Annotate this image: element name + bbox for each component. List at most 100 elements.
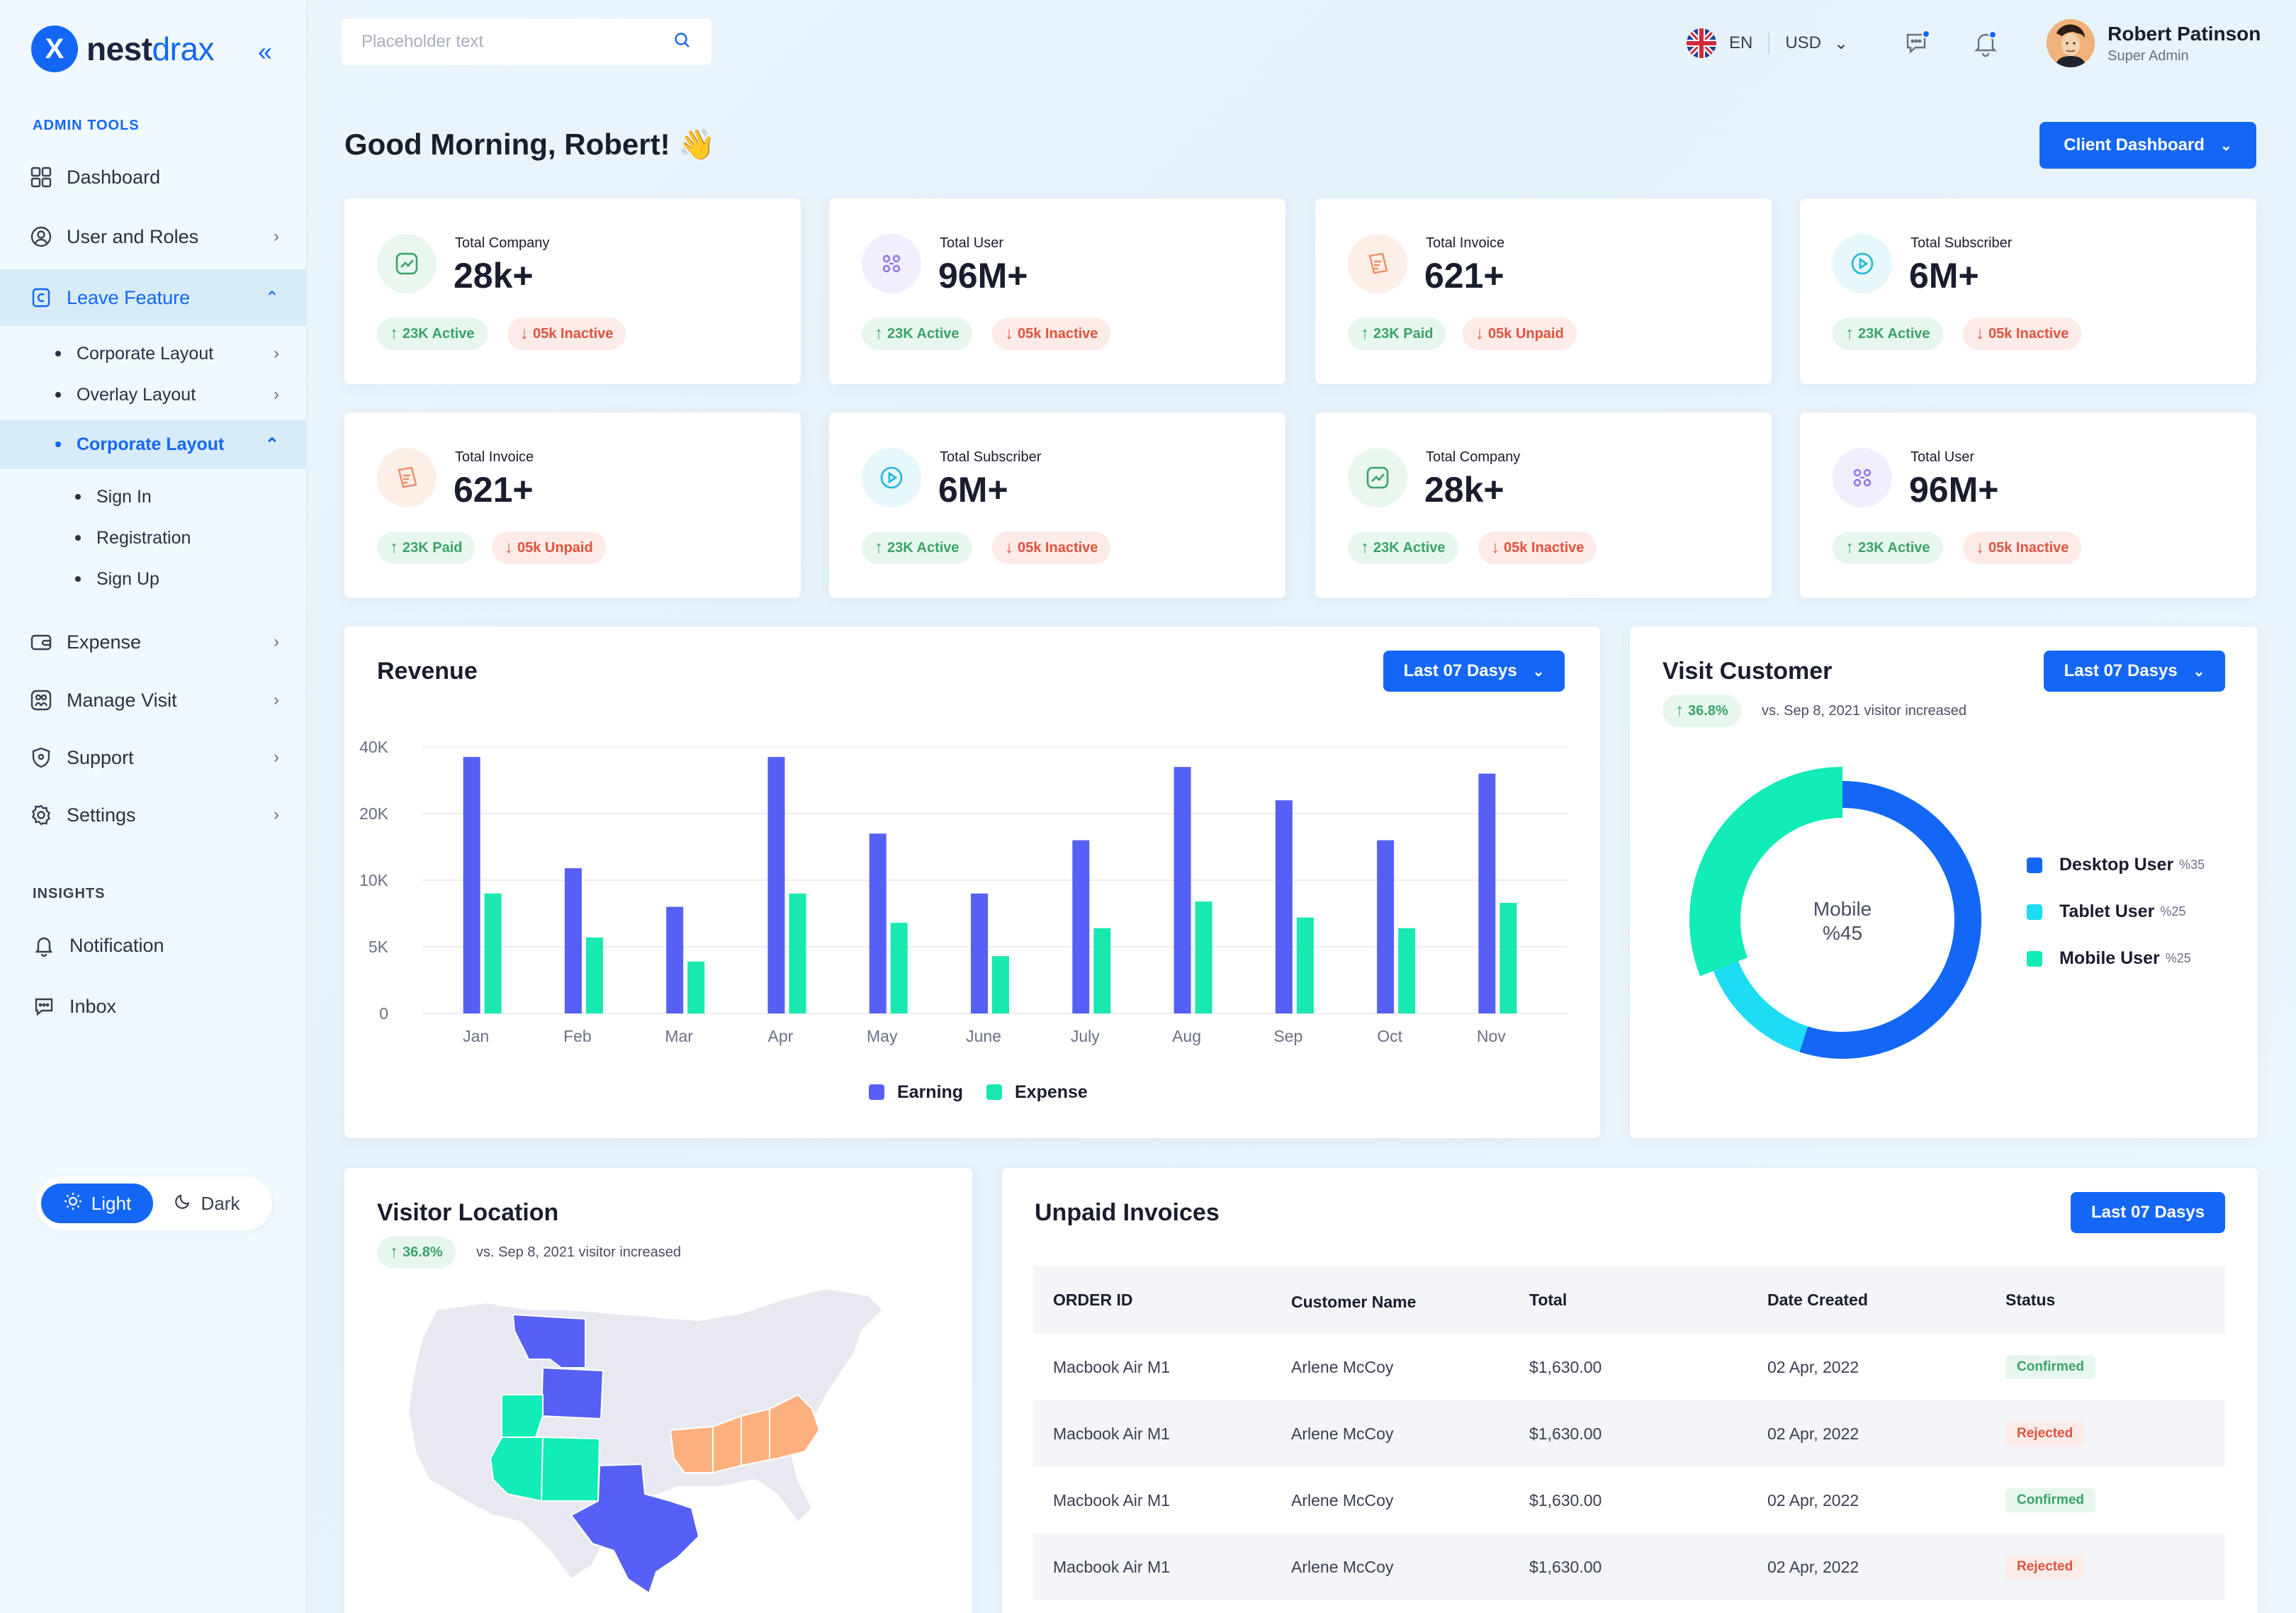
sidebar-item-dashboard[interactable]: Dashboard	[0, 149, 306, 206]
sidebar-item-expense[interactable]: Expense ›	[0, 614, 306, 670]
header-status[interactable]: Status	[2005, 1291, 2055, 1310]
revenue-chart: 0 5K 10K 20K 40K Jan Feb Mar Apr May June July Aug Se…	[359, 738, 1568, 1102]
sidebar-subitem-corporate-layout-active[interactable]: Corporate Layout ⌃	[0, 420, 306, 469]
chevron-right-icon: ›	[274, 632, 279, 651]
logo[interactable]: X nestdrax	[31, 26, 215, 72]
stat-down-badge: ↓ 05k Inactive	[507, 317, 626, 350]
cell-date: 02 Apr, 2022	[1767, 1424, 1859, 1443]
donut-slice-tablet-user	[1713, 961, 1808, 1052]
cell-order-id: Macbook Air M1	[1053, 1357, 1170, 1376]
stat-card[interactable]: Total Invoice 621+ ↑ 23K Paid ↓ 05k Unpaid	[344, 412, 801, 598]
sidebar-item-support[interactable]: Support ›	[0, 729, 306, 786]
chevron-right-icon: ›	[274, 344, 279, 363]
sidebar-item-leave-feature[interactable]: Leave Feature ⌃	[0, 269, 306, 326]
chevron-down-icon: ⌄	[2219, 137, 2232, 154]
cell-customer: Arlene McCoy	[1291, 1424, 1394, 1443]
arrow-down-icon: ↓	[1005, 324, 1013, 343]
status-badge: Confirmed	[2005, 1488, 2095, 1512]
sidebar-subitem-corporate-layout[interactable]: Corporate Layout ›	[0, 333, 306, 374]
legend-swatch	[2027, 904, 2042, 920]
notification-bell-icon[interactable]	[1969, 26, 2003, 60]
stat-card[interactable]: Total Company 28k+ ↑ 23K Active ↓ 05k Inactiv…	[1315, 412, 1772, 598]
badge-text: 23K Active	[887, 325, 960, 342]
stat-card[interactable]: Total User 96M+ ↑ 23K Active ↓ 05k Inactive	[829, 198, 1285, 384]
bar-expense	[484, 893, 502, 1013]
avatar[interactable]	[2047, 19, 2095, 67]
legend-swatch	[2027, 950, 2042, 967]
status-badge: Rejected	[2005, 1422, 2085, 1446]
sidebar-subitem-sign-up[interactable]: Sign Up	[0, 558, 306, 600]
stat-down-badge: ↓ 05k Unpaid	[1463, 317, 1577, 350]
sidebar-item-inbox[interactable]: Inbox	[0, 978, 306, 1035]
sidebar-item-manage-visit[interactable]: Manage Visit ›	[0, 672, 306, 729]
sidebar-subitem-sign-in[interactable]: Sign In	[0, 476, 306, 517]
legend-label: Tablet User	[2059, 901, 2155, 921]
dark-theme-button[interactable]: Dark	[153, 1184, 259, 1223]
sidebar-item-user-roles[interactable]: User and Roles ›	[0, 208, 306, 265]
language-selector[interactable]: EN	[1729, 33, 1752, 53]
users-icon	[1833, 448, 1892, 507]
chevron-right-icon: ›	[274, 385, 279, 404]
stat-card[interactable]: Total Company 28k+ ↑ 23K Active ↓ 05k Inactiv…	[344, 198, 801, 384]
table-row[interactable]: Macbook Air M1 Arlene McCoy $1,630.00 02 Ap…	[1033, 1334, 2225, 1400]
chevron-down-icon[interactable]: ⌄	[1834, 33, 1848, 54]
chat-icon[interactable]	[1901, 26, 1935, 60]
sidebar-subitem-registration[interactable]: Registration	[0, 517, 306, 558]
stat-card[interactable]: Total Invoice 621+ ↑ 23K Paid ↓ 05k Unpaid	[1315, 198, 1772, 384]
user-name: Robert Patinson	[2108, 22, 2261, 45]
currency-selector[interactable]: USD	[1785, 33, 1821, 53]
sun-icon	[63, 1191, 83, 1216]
stat-up-badge: ↑ 23K Paid	[377, 532, 475, 564]
stat-card[interactable]: Total User 96M+ ↑ 23K Active ↓ 05k Inactive	[1800, 412, 2256, 598]
arrow-up-icon: ↑	[874, 538, 883, 557]
x-tick-label: Feb	[563, 1027, 592, 1045]
search-input[interactable]	[361, 32, 673, 52]
sidebar-item-label: Leave Feature	[67, 286, 191, 308]
badge-text: 23K Active	[1858, 325, 1930, 342]
header-order-id[interactable]: ORDER ID	[1053, 1291, 1132, 1310]
topbar-right: EN USD ⌄ Robert Patinson Super Admin	[1687, 19, 2261, 67]
logo-mark: X	[31, 26, 78, 72]
wallet-icon	[28, 629, 54, 655]
sidebar-item-label: User and Roles	[67, 225, 199, 247]
light-theme-button[interactable]: Light	[41, 1184, 153, 1223]
sidebar-item-settings[interactable]: Settings ›	[0, 787, 306, 843]
inbox-icon	[31, 994, 57, 1019]
search-icon[interactable]	[673, 31, 692, 53]
legend-pct: %25	[2160, 904, 2186, 918]
table-row[interactable]: Macbook Air M1 Arlene McCoy $1,630.00 02 Ap…	[1033, 1534, 2225, 1600]
badge-text: 05k Unpaid	[1488, 325, 1564, 342]
legend-swatch	[986, 1084, 1002, 1100]
badge-text: 05k Inactive	[1988, 325, 2069, 342]
gear-icon	[28, 802, 54, 828]
sidebar-item-label: Manage Visit	[67, 689, 177, 711]
stat-up-badge: ↑ 23K Active	[377, 317, 488, 350]
cell-customer: Arlene McCoy	[1291, 1557, 1394, 1576]
sidebar-subitem-overlay-layout[interactable]: Overlay Layout ›	[0, 374, 306, 415]
leave-icon	[28, 285, 54, 310]
stat-value: 621+	[454, 470, 534, 510]
header-total[interactable]: Total	[1529, 1291, 1567, 1310]
stat-down-badge: ↓ 05k Inactive	[1478, 532, 1597, 564]
client-dashboard-button[interactable]: Client Dashboard ⌄	[2039, 122, 2256, 169]
table-row[interactable]: Macbook Air M1 Arlene McCoy $1,630.00 02 Ap…	[1033, 1467, 2225, 1534]
user-info[interactable]: Robert Patinson Super Admin	[2108, 23, 2261, 64]
invoices-period-button[interactable]: Last 07 Dasys	[2071, 1192, 2225, 1233]
table-row[interactable]: Macbook Air M1 Arlene McCoy $1,630.00 02 Ap…	[1033, 1400, 2225, 1467]
stat-value: 621+	[1424, 256, 1504, 296]
x-tick-label: Nov	[1477, 1027, 1506, 1045]
uk-flag-icon[interactable]	[1687, 28, 1716, 58]
collapse-sidebar-icon[interactable]: «	[258, 37, 272, 67]
bell-icon	[31, 933, 57, 958]
moon-icon	[173, 1191, 193, 1216]
legend-label: Desktop User	[2059, 855, 2174, 875]
sidebar-item-notification[interactable]: Notification	[0, 917, 306, 974]
stat-card[interactable]: Total Subscriber 6M+ ↑ 23K Active ↓ 05k Inact…	[1800, 198, 2256, 384]
header-date-created[interactable]: Date Created	[1767, 1291, 1868, 1310]
bar-earning	[564, 868, 582, 1013]
stat-card[interactable]: Total Subscriber 6M+ ↑ 23K Active ↓ 05k Inact…	[829, 412, 1285, 598]
arrow-up-icon: ↑	[1361, 538, 1369, 557]
header-customer-name[interactable]: Customer Name	[1291, 1293, 1416, 1312]
bar-expense	[687, 961, 705, 1013]
y-tick-label: 0	[379, 1004, 388, 1023]
